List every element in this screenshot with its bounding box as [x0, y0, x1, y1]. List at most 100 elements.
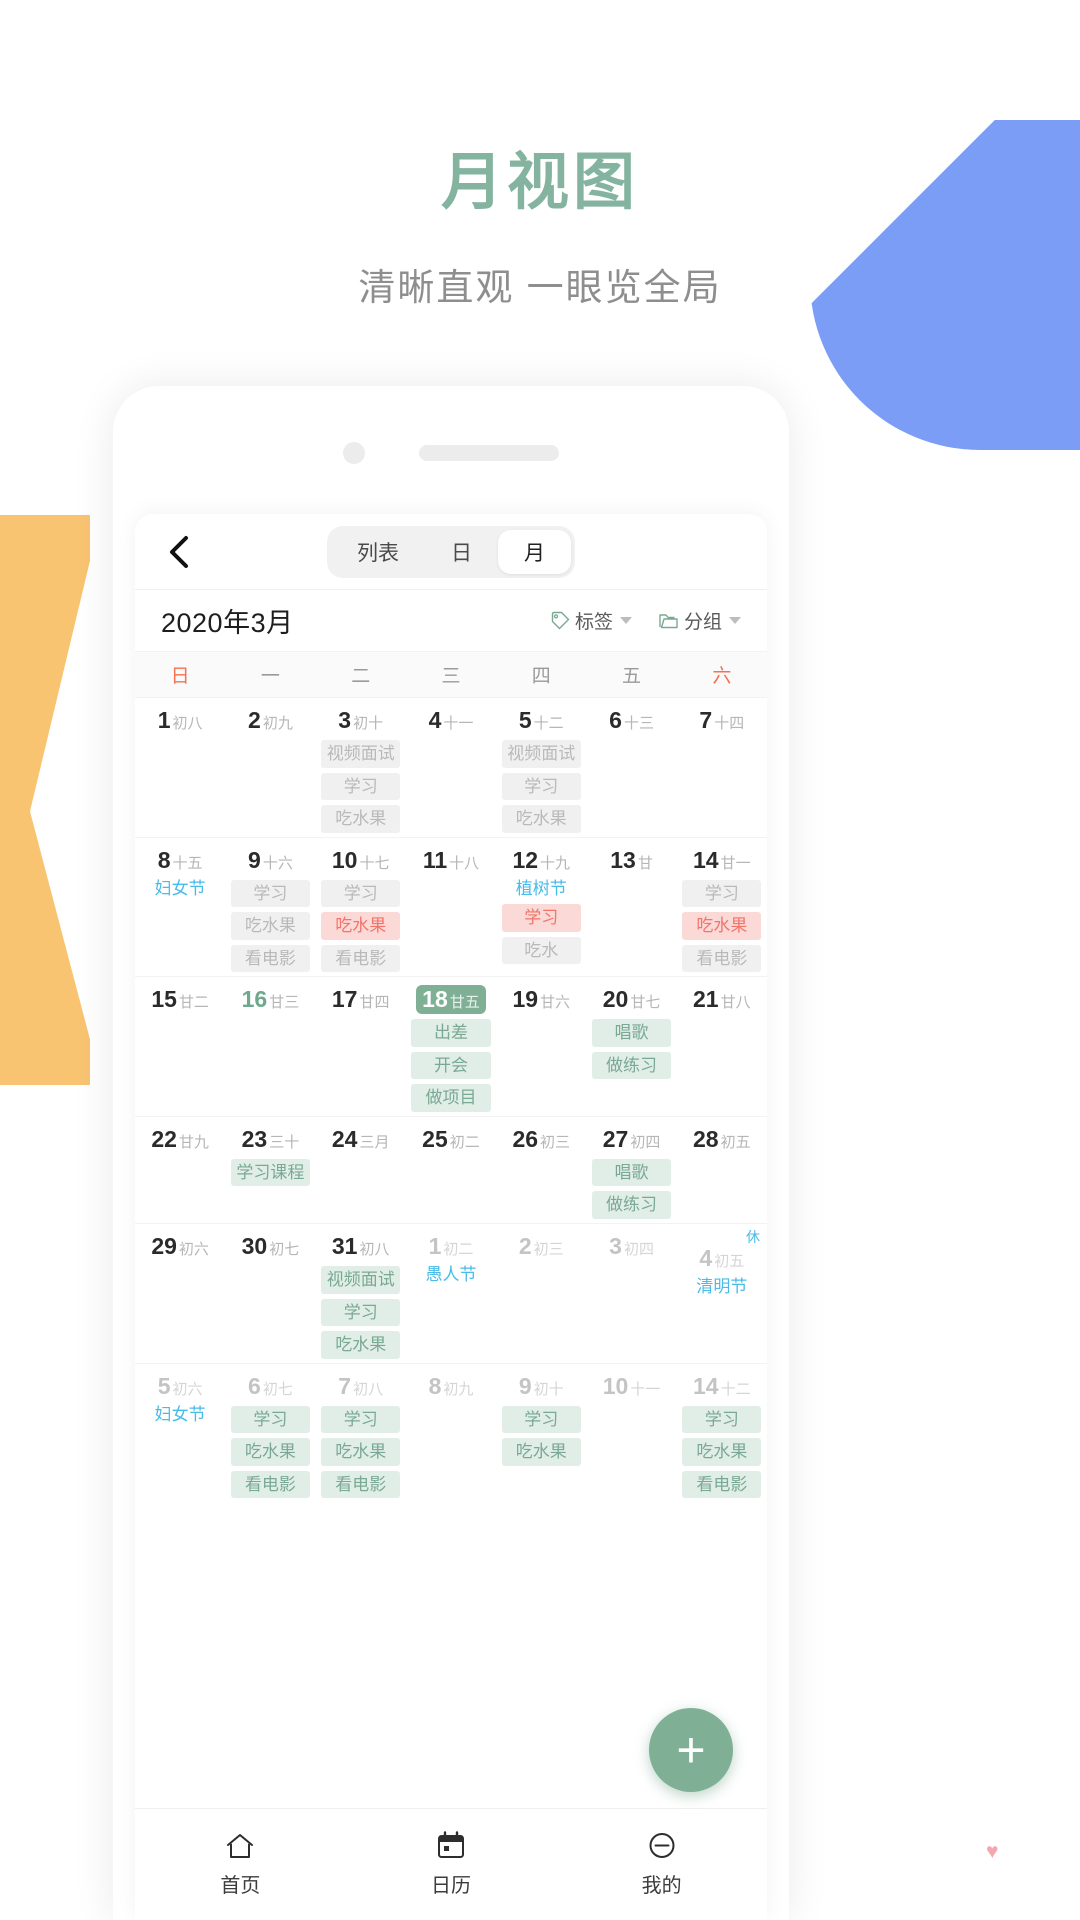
event-chip[interactable]: 视频面试 — [321, 740, 401, 768]
event-chip[interactable]: 做练习 — [591, 1191, 672, 1220]
event-chip[interactable]: 学习 — [682, 879, 762, 908]
calendar-day-cell[interactable]: 8 十五 妇女节 — [135, 838, 225, 977]
calendar-day-cell[interactable]: 20 甘七 唱歌 做练习 — [586, 977, 676, 1116]
event-chip[interactable]: 学习 — [501, 1405, 581, 1434]
calendar-day-cell[interactable]: 5 十二 视频面试 学习 吃水果 — [496, 698, 586, 837]
event-chip[interactable]: 学习 — [230, 879, 311, 908]
event-chip[interactable]: 唱歌 — [591, 1019, 672, 1047]
event-chip[interactable]: 学习 — [321, 772, 401, 801]
group-filter-button[interactable]: 分组 — [658, 607, 741, 634]
event-chip[interactable]: 视频面试 — [321, 1266, 401, 1294]
calendar-day-cell[interactable]: 10 十七学习吃水果看电影 — [316, 838, 406, 977]
event-chip[interactable]: 学习 — [321, 1405, 401, 1434]
calendar-day-cell[interactable]: 15 甘二 — [135, 977, 225, 1116]
calendar-day-cell[interactable]: 24 三月 — [316, 1117, 406, 1223]
calendar-day-cell[interactable]: 6 初七 学习 吃水果 看电影 — [225, 1364, 315, 1503]
calendar-day-cell[interactable]: 4 十一 — [406, 698, 496, 837]
calendar-day-cell[interactable]: 6 十三 — [586, 698, 676, 837]
event-chip[interactable]: 看电影 — [230, 1470, 311, 1499]
calendar-day-cell[interactable]: 7 初八 学习 吃水果 看电影 — [316, 1364, 406, 1503]
event-chip[interactable]: 看电影 — [230, 944, 311, 973]
calendar-day-cell[interactable]: 1 初二 愚人节 — [406, 1224, 496, 1363]
view-mode-segmented-control[interactable]: 列表 日 月 — [327, 525, 575, 578]
event-chip[interactable]: 学习 — [321, 879, 401, 908]
calendar-day-cell[interactable]: 休 4 初五 清明节 — [677, 1224, 767, 1363]
month-header: 2020年3月 标签 分组 — [135, 590, 767, 652]
day-number-block: 27 初四 — [597, 1125, 667, 1154]
tab-home[interactable]: 首页 — [135, 1832, 346, 1898]
event-chip[interactable]: 唱歌 — [591, 1158, 672, 1187]
add-event-fab[interactable]: + — [649, 1708, 733, 1792]
calendar-icon — [438, 1831, 464, 1858]
event-chip[interactable]: 看电影 — [321, 944, 401, 973]
event-chip[interactable]: 看电影 — [321, 1470, 401, 1499]
calendar-day-cell[interactable]: 12 十九 植树节 学习 吃水 — [496, 838, 586, 977]
tag-filter-button[interactable]: 标签 — [550, 607, 632, 634]
calendar-day-cell[interactable]: 14 十二 学习 吃水果 看电影 — [677, 1364, 767, 1503]
calendar-day-cell[interactable]: 2 初九 — [225, 698, 315, 837]
calendar-day-cell[interactable]: 25 初二 — [406, 1117, 496, 1223]
event-chip[interactable]: 学习 — [321, 1298, 401, 1327]
chevron-left-icon[interactable] — [161, 535, 195, 569]
calendar-day-cell[interactable]: 8 初九 — [406, 1364, 496, 1503]
tab-day[interactable]: 日 — [425, 530, 498, 574]
event-chip[interactable]: 吃水果 — [682, 1438, 762, 1466]
calendar-day-cell[interactable]: 10 十一 — [586, 1364, 676, 1503]
calendar-day-cell[interactable]: 5 初六 妇女节 — [135, 1364, 225, 1503]
day-number: 29 — [151, 1233, 177, 1260]
event-chip[interactable]: 吃水 — [501, 936, 581, 965]
calendar-day-cell[interactable]: 23 三十 学习课程 — [225, 1117, 315, 1223]
day-number-block: 7 十四 — [693, 706, 750, 735]
event-chip[interactable]: 吃水果 — [501, 1438, 581, 1466]
event-chip[interactable]: 吃水果 — [321, 805, 401, 833]
calendar-day-cell[interactable]: 30 初七 — [225, 1224, 315, 1363]
calendar-day-cell[interactable]: 31 初八 视频面试 学习 吃水果 — [316, 1224, 406, 1363]
event-chip[interactable]: 学习 — [501, 772, 581, 801]
calendar-day-cell[interactable]: 17 甘四 — [316, 977, 406, 1116]
calendar-day-cell[interactable]: 3 初四 — [586, 1224, 676, 1363]
event-chip[interactable]: 吃水果 — [230, 1438, 311, 1466]
event-chip[interactable]: 吃水果 — [321, 1438, 401, 1466]
calendar-day-cell[interactable]: 2 初三 — [496, 1224, 586, 1363]
event-chip[interactable]: 看电影 — [682, 944, 762, 973]
day-number-block: 10 十七 — [326, 846, 396, 875]
event-chip[interactable]: 学习课程 — [230, 1158, 311, 1187]
calendar-day-cell[interactable]: 26 初三 — [496, 1117, 586, 1223]
calendar-day-cell[interactable]: 28 初五 — [677, 1117, 767, 1223]
calendar-day-cell[interactable]: 9 初十 学习 吃水果 — [496, 1364, 586, 1503]
calendar-day-cell[interactable]: 19 甘六 — [496, 977, 586, 1116]
calendar-day-cell[interactable]: 11 十八 — [406, 838, 496, 977]
event-chip[interactable]: 做练习 — [591, 1051, 672, 1080]
event-chip[interactable]: 开会 — [411, 1051, 491, 1080]
event-chip[interactable]: 学习 — [230, 1405, 311, 1434]
calendar-day-cell[interactable]: 29 初六 — [135, 1224, 225, 1363]
calendar-day-cell[interactable]: 18 甘五 出差 开会 做项目 — [406, 977, 496, 1116]
event-chip[interactable]: 吃水果 — [321, 1331, 401, 1359]
calendar-day-cell[interactable]: 9 十六 学习 吃水果 看电影 — [225, 838, 315, 977]
event-chip[interactable]: 做项目 — [411, 1084, 491, 1112]
event-chip[interactable]: 出差 — [411, 1019, 491, 1047]
lunar-date: 初四 — [623, 1241, 654, 1259]
calendar-day-cell[interactable]: 7 十四 — [677, 698, 767, 837]
event-chip[interactable]: 学习 — [682, 1405, 762, 1434]
tab-calendar[interactable]: 日历 — [346, 1831, 557, 1898]
calendar-day-cell[interactable]: 1 初八 — [135, 698, 225, 837]
calendar-day-cell[interactable]: 3 初十 视频面试 学习 吃水果 — [316, 698, 406, 837]
tab-month[interactable]: 月 — [498, 529, 571, 574]
event-chip[interactable]: 吃水果 — [321, 912, 401, 940]
tab-profile[interactable]: 我的 — [556, 1831, 767, 1898]
day-number: 10 — [602, 1372, 629, 1399]
calendar-day-cell[interactable]: 21 甘八 — [677, 977, 767, 1116]
event-chip[interactable]: 吃水果 — [501, 805, 581, 833]
event-chip[interactable]: 吃水果 — [230, 912, 311, 940]
calendar-day-cell[interactable]: 27 初四唱歌做练习 — [586, 1117, 676, 1223]
event-chip[interactable]: 看电影 — [682, 1470, 762, 1499]
event-chip[interactable]: 吃水果 — [682, 912, 762, 940]
event-chip[interactable]: 学习 — [501, 904, 581, 932]
event-chip[interactable]: 视频面试 — [501, 740, 581, 768]
calendar-day-cell[interactable]: 14 甘一 学习 吃水果 看电影 — [677, 838, 767, 977]
calendar-day-cell[interactable]: 16 甘三 — [225, 977, 315, 1116]
calendar-day-cell[interactable]: 13 甘 — [586, 838, 676, 977]
calendar-day-cell[interactable]: 22 甘九 — [135, 1117, 225, 1223]
tab-list[interactable]: 列表 — [331, 530, 425, 574]
